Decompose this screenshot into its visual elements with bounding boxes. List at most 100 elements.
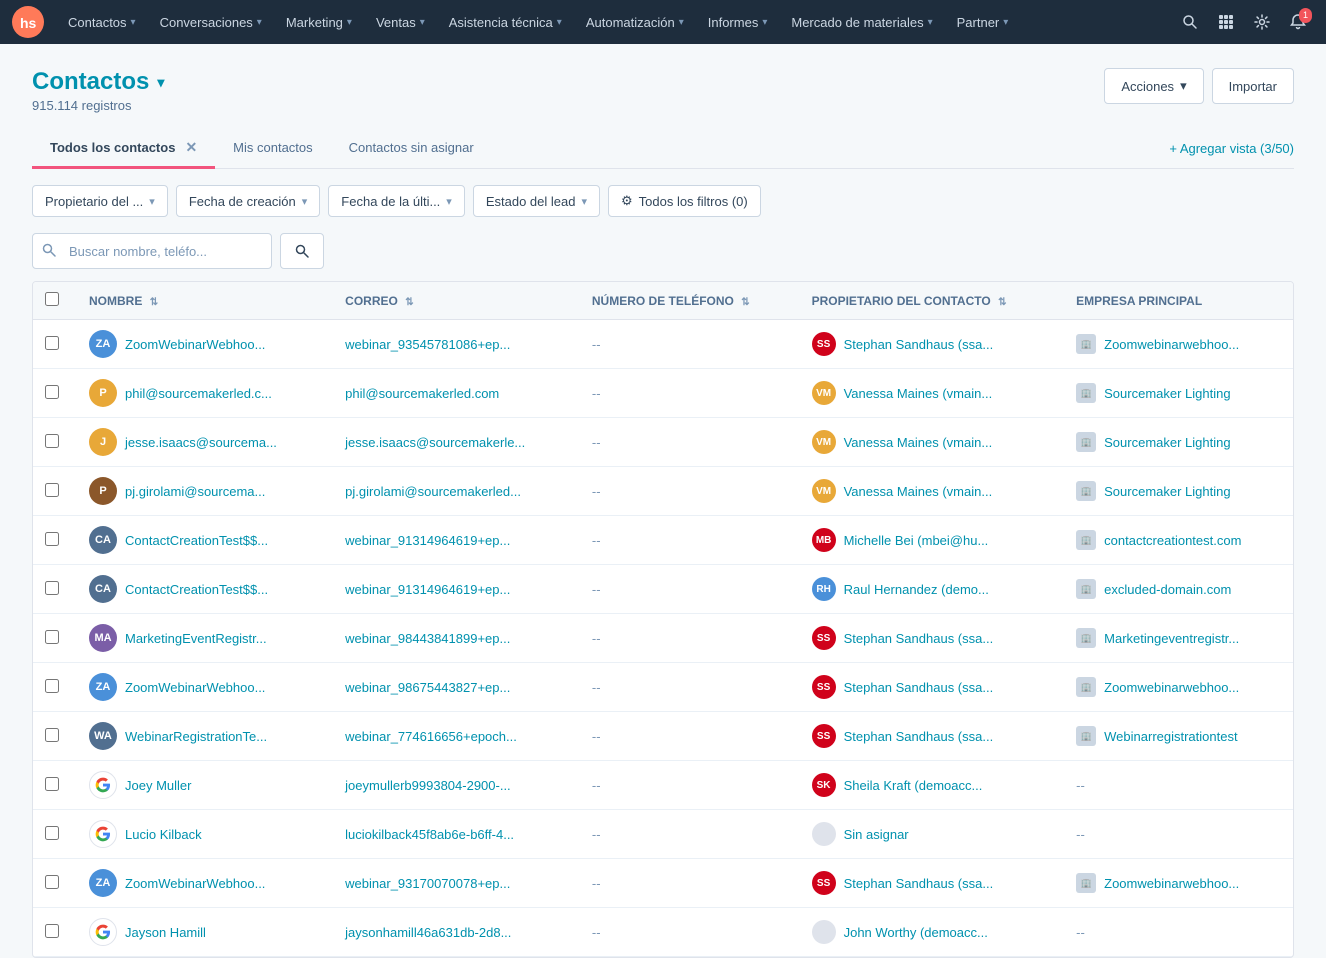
company-name[interactable]: Sourcemaker Lighting bbox=[1104, 484, 1230, 499]
header-propietario[interactable]: PROPIETARIO DEL CONTACTO ⇅ bbox=[800, 282, 1065, 320]
contact-name[interactable]: phil@sourcemakerled.c... bbox=[125, 386, 272, 401]
contact-email[interactable]: webinar_93545781086+ep... bbox=[345, 337, 510, 352]
contact-name[interactable]: MarketingEventRegistr... bbox=[125, 631, 267, 646]
company-name[interactable]: excluded-domain.com bbox=[1104, 582, 1231, 597]
contact-name[interactable]: Lucio Kilback bbox=[125, 827, 202, 842]
contact-email[interactable]: jesse.isaacs@sourcemakerle... bbox=[345, 435, 525, 450]
row-checkbox[interactable] bbox=[45, 483, 59, 497]
topnav-marketing[interactable]: Marketing ▾ bbox=[274, 0, 364, 44]
row-checkbox[interactable] bbox=[45, 581, 59, 595]
header-correo-sort[interactable]: ⇅ bbox=[405, 297, 413, 308]
owner-name[interactable]: Vanessa Maines (vmain... bbox=[844, 435, 993, 450]
contact-name[interactable]: ContactCreationTest$$... bbox=[125, 582, 268, 597]
owner-name[interactable]: Sheila Kraft (demoacc... bbox=[844, 778, 983, 793]
contact-email[interactable]: joeymullerb9993804-2900-... bbox=[345, 778, 511, 793]
tab-todos[interactable]: Todos los contactos ✕ bbox=[32, 129, 215, 169]
row-checkbox[interactable] bbox=[45, 385, 59, 399]
owner-name[interactable]: Raul Hernandez (demo... bbox=[844, 582, 989, 597]
contact-email[interactable]: phil@sourcemakerled.com bbox=[345, 386, 499, 401]
row-checkbox[interactable] bbox=[45, 679, 59, 693]
contact-email[interactable]: webinar_91314964619+ep... bbox=[345, 582, 510, 597]
contact-name[interactable]: WebinarRegistrationTe... bbox=[125, 729, 267, 744]
row-checkbox[interactable] bbox=[45, 630, 59, 644]
owner-name[interactable]: Stephan Sandhaus (ssa... bbox=[844, 876, 994, 891]
row-checkbox[interactable] bbox=[45, 924, 59, 938]
row-checkbox[interactable] bbox=[45, 728, 59, 742]
topnav-conversaciones[interactable]: Conversaciones ▾ bbox=[148, 0, 274, 44]
contact-email[interactable]: webinar_91314964619+ep... bbox=[345, 533, 510, 548]
search-button[interactable] bbox=[1174, 6, 1206, 38]
row-checkbox[interactable] bbox=[45, 777, 59, 791]
notifications-button[interactable]: 1 bbox=[1282, 6, 1314, 38]
contact-name[interactable]: pj.girolami@sourcema... bbox=[125, 484, 265, 499]
filter-propietario[interactable]: Propietario del ... ▾ bbox=[32, 185, 168, 217]
settings-button[interactable] bbox=[1246, 6, 1278, 38]
header-telefono[interactable]: NÚMERO DE TELÉFONO ⇅ bbox=[580, 282, 800, 320]
company-name[interactable]: contactcreationtest.com bbox=[1104, 533, 1241, 548]
header-nombre-sort[interactable]: ⇅ bbox=[150, 297, 158, 308]
header-nombre[interactable]: NOMBRE ⇅ bbox=[77, 282, 333, 320]
contact-name[interactable]: jesse.isaacs@sourcema... bbox=[125, 435, 277, 450]
filter-fecha-ultima[interactable]: Fecha de la últi... ▾ bbox=[328, 185, 465, 217]
owner-name[interactable]: Stephan Sandhaus (ssa... bbox=[844, 729, 994, 744]
tab-sin[interactable]: Contactos sin asignar bbox=[331, 130, 492, 168]
contact-email[interactable]: webinar_93170070078+ep... bbox=[345, 876, 510, 891]
owner-name[interactable]: Stephan Sandhaus (ssa... bbox=[844, 631, 994, 646]
contact-email[interactable]: jaysonhamill46a631db-2d8... bbox=[345, 925, 511, 940]
topnav-contactos[interactable]: Contactos ▾ bbox=[56, 0, 148, 44]
filter-fecha-creacion[interactable]: Fecha de creación ▾ bbox=[176, 185, 320, 217]
owner-name[interactable]: Michelle Bei (mbei@hu... bbox=[844, 533, 989, 548]
row-checkbox[interactable] bbox=[45, 434, 59, 448]
header-propietario-sort[interactable]: ⇅ bbox=[998, 297, 1006, 308]
filter-estado-lead[interactable]: Estado del lead ▾ bbox=[473, 185, 600, 217]
page-title-chevron[interactable]: ▾ bbox=[157, 74, 164, 91]
contact-email[interactable]: webinar_774616656+epoch... bbox=[345, 729, 517, 744]
owner-name[interactable]: Vanessa Maines (vmain... bbox=[844, 484, 993, 499]
company-name[interactable]: Sourcemaker Lighting bbox=[1104, 386, 1230, 401]
header-correo[interactable]: CORREO ⇅ bbox=[333, 282, 580, 320]
owner-name[interactable]: Stephan Sandhaus (ssa... bbox=[844, 680, 994, 695]
row-checkbox[interactable] bbox=[45, 336, 59, 350]
contact-name[interactable]: ZoomWebinarWebhoo... bbox=[125, 876, 265, 891]
add-view-button[interactable]: + Agregar vista (3/50) bbox=[1157, 131, 1294, 166]
company-name[interactable]: Webinarregistrationtest bbox=[1104, 729, 1237, 744]
topnav-informes[interactable]: Informes ▾ bbox=[696, 0, 780, 44]
row-checkbox[interactable] bbox=[45, 532, 59, 546]
contact-email[interactable]: webinar_98443841899+ep... bbox=[345, 631, 510, 646]
contact-email[interactable]: pj.girolami@sourcemakerled... bbox=[345, 484, 521, 499]
company-name[interactable]: Sourcemaker Lighting bbox=[1104, 435, 1230, 450]
company-name[interactable]: Zoomwebinarwebhoo... bbox=[1104, 337, 1239, 352]
owner-name[interactable]: Vanessa Maines (vmain... bbox=[844, 386, 993, 401]
topnav-ventas[interactable]: Ventas ▾ bbox=[364, 0, 437, 44]
owner-name[interactable]: Sin asignar bbox=[844, 827, 909, 842]
company-name[interactable]: Zoomwebinarwebhoo... bbox=[1104, 876, 1239, 891]
row-checkbox[interactable] bbox=[45, 875, 59, 889]
apps-button[interactable] bbox=[1210, 6, 1242, 38]
topnav-mercado[interactable]: Mercado de materiales ▾ bbox=[779, 0, 944, 44]
contact-name[interactable]: ZoomWebinarWebhoo... bbox=[125, 337, 265, 352]
owner-name[interactable]: John Worthy (demoacc... bbox=[844, 925, 988, 940]
owner-name[interactable]: Stephan Sandhaus (ssa... bbox=[844, 337, 994, 352]
company-name[interactable]: Marketingeventregistr... bbox=[1104, 631, 1239, 646]
tab-mis[interactable]: Mis contactos bbox=[215, 130, 330, 168]
all-filters-button[interactable]: ⚙ Todos los filtros (0) bbox=[608, 185, 761, 217]
company-name[interactable]: Zoomwebinarwebhoo... bbox=[1104, 680, 1239, 695]
tab-todos-close[interactable]: ✕ bbox=[185, 139, 197, 156]
contact-email[interactable]: webinar_98675443827+ep... bbox=[345, 680, 510, 695]
contact-name[interactable]: Jayson Hamill bbox=[125, 925, 206, 940]
search-input[interactable] bbox=[32, 233, 272, 269]
contact-name[interactable]: ZoomWebinarWebhoo... bbox=[125, 680, 265, 695]
contact-name[interactable]: ContactCreationTest$$... bbox=[125, 533, 268, 548]
search-go-button[interactable] bbox=[280, 233, 324, 269]
topnav-asistencia[interactable]: Asistencia técnica ▾ bbox=[437, 0, 574, 44]
select-all-checkbox[interactable] bbox=[45, 292, 59, 306]
hubspot-logo[interactable]: hs bbox=[12, 6, 44, 38]
topnav-partner[interactable]: Partner ▾ bbox=[945, 0, 1021, 44]
header-telefono-sort[interactable]: ⇅ bbox=[741, 297, 749, 308]
acciones-button[interactable]: Acciones ▾ bbox=[1104, 68, 1203, 104]
contact-name[interactable]: Joey Muller bbox=[125, 778, 191, 793]
row-checkbox[interactable] bbox=[45, 826, 59, 840]
importar-button[interactable]: Importar bbox=[1212, 68, 1294, 104]
contact-email[interactable]: luciokilback45f8ab6e-b6ff-4... bbox=[345, 827, 514, 842]
topnav-automatizacion[interactable]: Automatización ▾ bbox=[574, 0, 696, 44]
